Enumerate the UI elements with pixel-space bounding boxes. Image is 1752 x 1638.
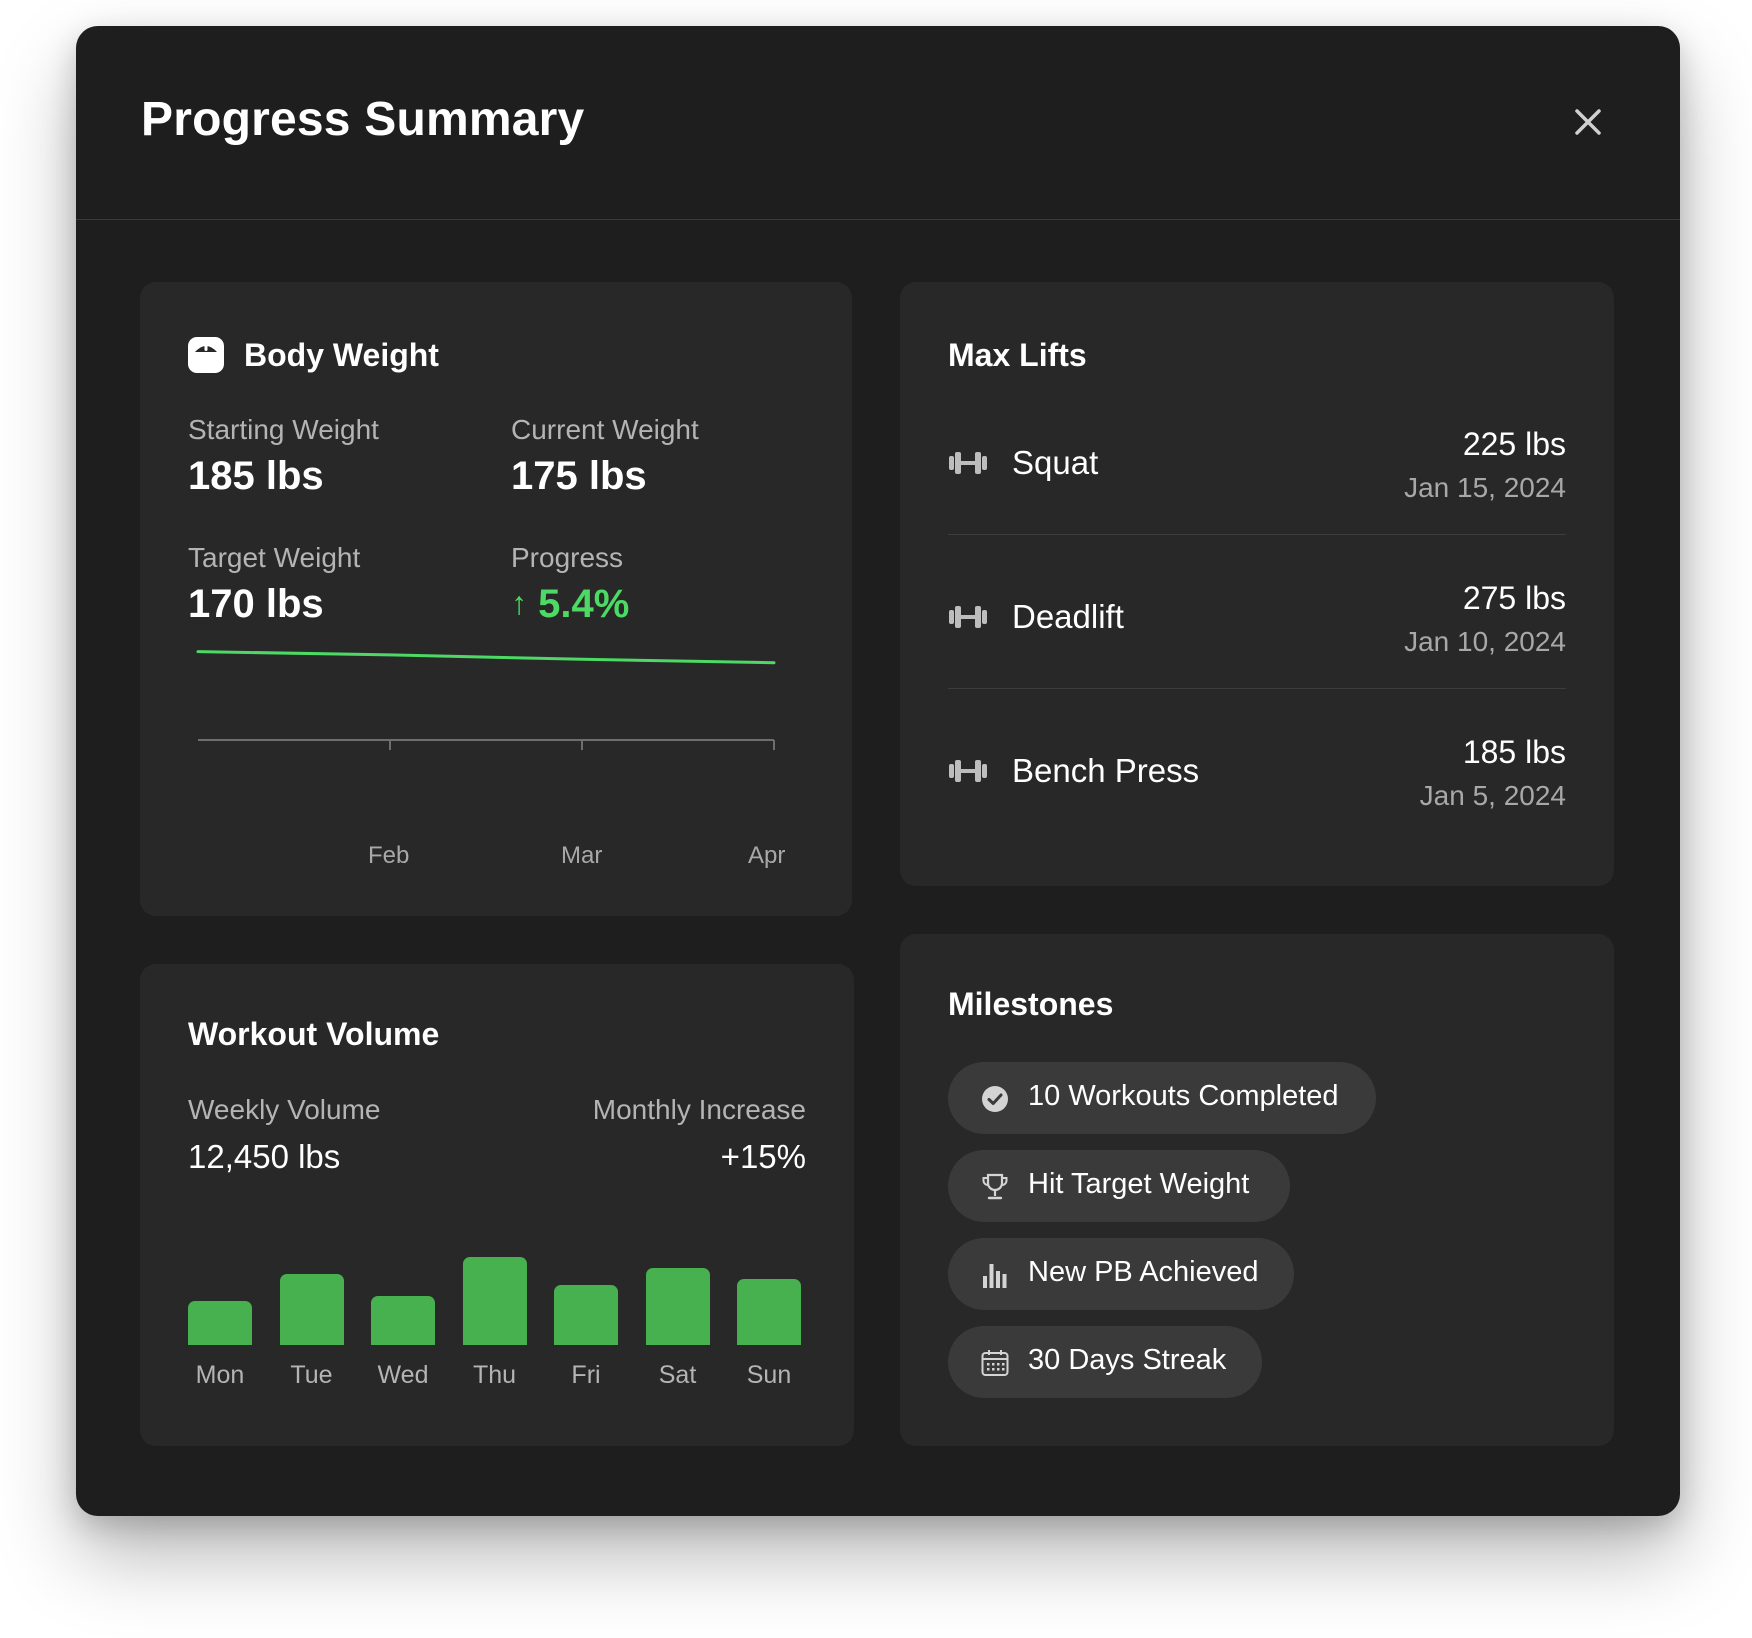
day-label: Thu bbox=[472, 1361, 517, 1389]
lift-row-squat[interactable]: Squat 225 lbs Jan 15, 2024 bbox=[948, 426, 1566, 572]
volume-bar bbox=[188, 1301, 252, 1345]
max-lifts-card: Max Lifts Squat 225 lbs Jan 15, 2024 Dea… bbox=[900, 282, 1614, 886]
dumbbell-icon bbox=[949, 760, 987, 782]
milestone-new-pb-achieved[interactable]: New PB Achieved bbox=[948, 1238, 1294, 1310]
volume-bar bbox=[371, 1295, 435, 1345]
day-label: Fri bbox=[571, 1361, 601, 1389]
lift-value: 275 lbs bbox=[1462, 580, 1566, 616]
volume-bar bbox=[279, 1273, 344, 1345]
calendar-icon bbox=[981, 1350, 1009, 1376]
workout-volume-card: Workout Volume Weekly Volume 12,450 lbs … bbox=[140, 964, 854, 1446]
progress-summary-modal: Progress Summary Body Weight Starting We… bbox=[76, 26, 1680, 1516]
milestone-label: 10 Workouts Completed bbox=[1028, 1080, 1339, 1112]
close-icon bbox=[1575, 109, 1601, 135]
modal-title: Progress Summary bbox=[141, 93, 585, 146]
x-tick-label: Mar bbox=[561, 842, 603, 869]
milestones-title: Milestones bbox=[948, 986, 1114, 1022]
milestone-label: 30 Days Streak bbox=[1028, 1344, 1227, 1376]
volume-bar bbox=[554, 1284, 618, 1345]
lift-date: Jan 5, 2024 bbox=[1419, 780, 1566, 811]
day-label: Tue bbox=[290, 1361, 333, 1389]
lift-value: 185 lbs bbox=[1462, 734, 1566, 770]
lift-row-deadlift[interactable]: Deadlift 275 lbs Jan 10, 2024 bbox=[948, 580, 1566, 726]
lift-value: 225 lbs bbox=[1462, 426, 1566, 462]
milestone-label: Hit Target Weight bbox=[1028, 1168, 1250, 1200]
bar-chart-icon bbox=[983, 1264, 1007, 1288]
x-tick-label: Apr bbox=[748, 842, 786, 869]
weight-series-line bbox=[196, 650, 776, 665]
trophy-icon bbox=[982, 1173, 1008, 1200]
day-label: Sun bbox=[746, 1361, 792, 1389]
lift-date: Jan 15, 2024 bbox=[1404, 472, 1566, 503]
max-lifts-title: Max Lifts bbox=[948, 337, 1087, 373]
body-weight-card: Body Weight Starting Weight 185 lbs Curr… bbox=[140, 282, 852, 916]
milestone-30-days-streak[interactable]: 30 Days Streak bbox=[948, 1326, 1262, 1398]
lift-divider bbox=[948, 688, 1566, 689]
lift-name: Bench Press bbox=[1012, 752, 1200, 789]
lift-row-bench-press[interactable]: Bench Press 185 lbs Jan 5, 2024 bbox=[948, 734, 1566, 880]
volume-bar bbox=[645, 1268, 710, 1345]
milestone-workouts-completed[interactable]: 10 Workouts Completed bbox=[948, 1062, 1376, 1134]
day-label: Mon bbox=[195, 1361, 245, 1389]
milestones-card: Milestones 10 Workouts Completed Hit Tar… bbox=[900, 934, 1614, 1446]
dumbbell-icon bbox=[949, 452, 987, 474]
volume-bar-chart: Mon Tue Wed Thu Fri Sat Sun bbox=[140, 964, 854, 1446]
check-circle-icon bbox=[982, 1086, 1008, 1112]
weight-line-chart bbox=[196, 650, 776, 750]
milestone-label: New PB Achieved bbox=[1028, 1256, 1259, 1288]
day-label: Sat bbox=[658, 1361, 697, 1389]
volume-bar bbox=[462, 1257, 527, 1345]
modal-header: Progress Summary bbox=[76, 26, 1680, 220]
volume-bar bbox=[737, 1279, 801, 1345]
lift-date: Jan 10, 2024 bbox=[1404, 626, 1566, 657]
close-button[interactable] bbox=[1562, 96, 1614, 148]
day-label: Wed bbox=[377, 1361, 429, 1389]
lift-divider bbox=[948, 534, 1566, 535]
dumbbell-icon bbox=[949, 606, 987, 628]
x-tick-label: Feb bbox=[368, 842, 410, 869]
milestone-hit-target-weight[interactable]: Hit Target Weight bbox=[948, 1150, 1290, 1222]
lift-name: Squat bbox=[1012, 444, 1099, 481]
lift-name: Deadlift bbox=[1012, 598, 1124, 635]
